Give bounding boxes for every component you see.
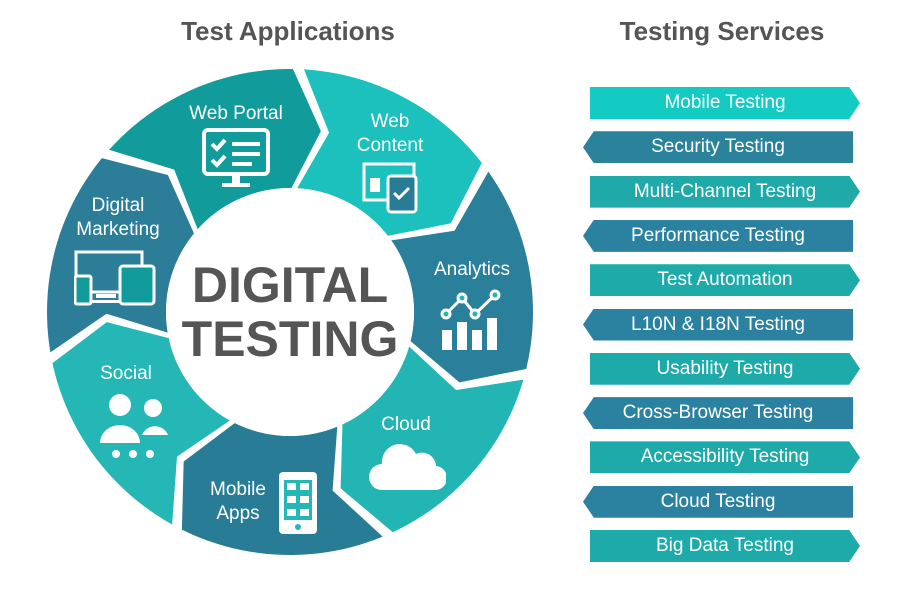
segment-label-cloud: Cloud xyxy=(381,414,431,435)
segment-label-analytics: Analytics xyxy=(433,259,511,280)
service-label: Cloud Testing xyxy=(660,490,776,512)
window-clipboard-icon xyxy=(362,162,418,214)
segment-label-web-portal: Web Portal xyxy=(189,103,283,124)
service-label: Cross-Browser Testing xyxy=(622,402,814,424)
cloud-icon xyxy=(369,444,446,491)
monitor-checklist-icon xyxy=(202,128,270,187)
phone-grid-icon xyxy=(279,472,317,534)
service-item: Test Automation xyxy=(590,264,860,297)
segment-label-digital-marketing: Digital Marketing xyxy=(76,195,160,240)
center-title: DIGITAL TESTING xyxy=(170,258,410,366)
service-item: Usability Testing xyxy=(590,352,860,385)
segment-label-social: Social xyxy=(100,363,152,384)
service-label: Test Automation xyxy=(657,269,793,291)
service-item: Accessibility Testing xyxy=(590,441,860,474)
service-item: Big Data Testing xyxy=(590,530,860,562)
service-label: Performance Testing xyxy=(631,224,805,246)
center-line-1: DIGITAL xyxy=(191,257,389,313)
service-item: Mobile Testing xyxy=(590,87,860,119)
service-label: Security Testing xyxy=(651,136,785,158)
service-item: L10N & I18N Testing xyxy=(583,308,853,341)
service-label: Multi-Channel Testing xyxy=(633,180,817,202)
service-label: Usability Testing xyxy=(656,357,794,379)
center-line-2: TESTING xyxy=(181,311,399,367)
service-label: L10N & I18N Testing xyxy=(631,313,805,335)
people-icon xyxy=(100,394,168,458)
service-item: Cloud Testing xyxy=(583,485,853,518)
service-item: Performance Testing xyxy=(583,219,853,252)
segment-label-mobile-apps: Mobile Apps xyxy=(210,479,266,524)
chart-icon xyxy=(440,289,501,350)
segment-label-web-content: Web Content xyxy=(356,111,424,156)
service-label: Accessibility Testing xyxy=(640,446,810,468)
devices-icon xyxy=(74,250,156,306)
service-item: Cross-Browser Testing xyxy=(583,397,853,430)
service-label: Mobile Testing xyxy=(664,92,786,113)
service-label: Big Data Testing xyxy=(655,535,794,556)
service-item: Multi-Channel Testing xyxy=(590,175,860,208)
service-item: Security Testing xyxy=(583,131,853,164)
